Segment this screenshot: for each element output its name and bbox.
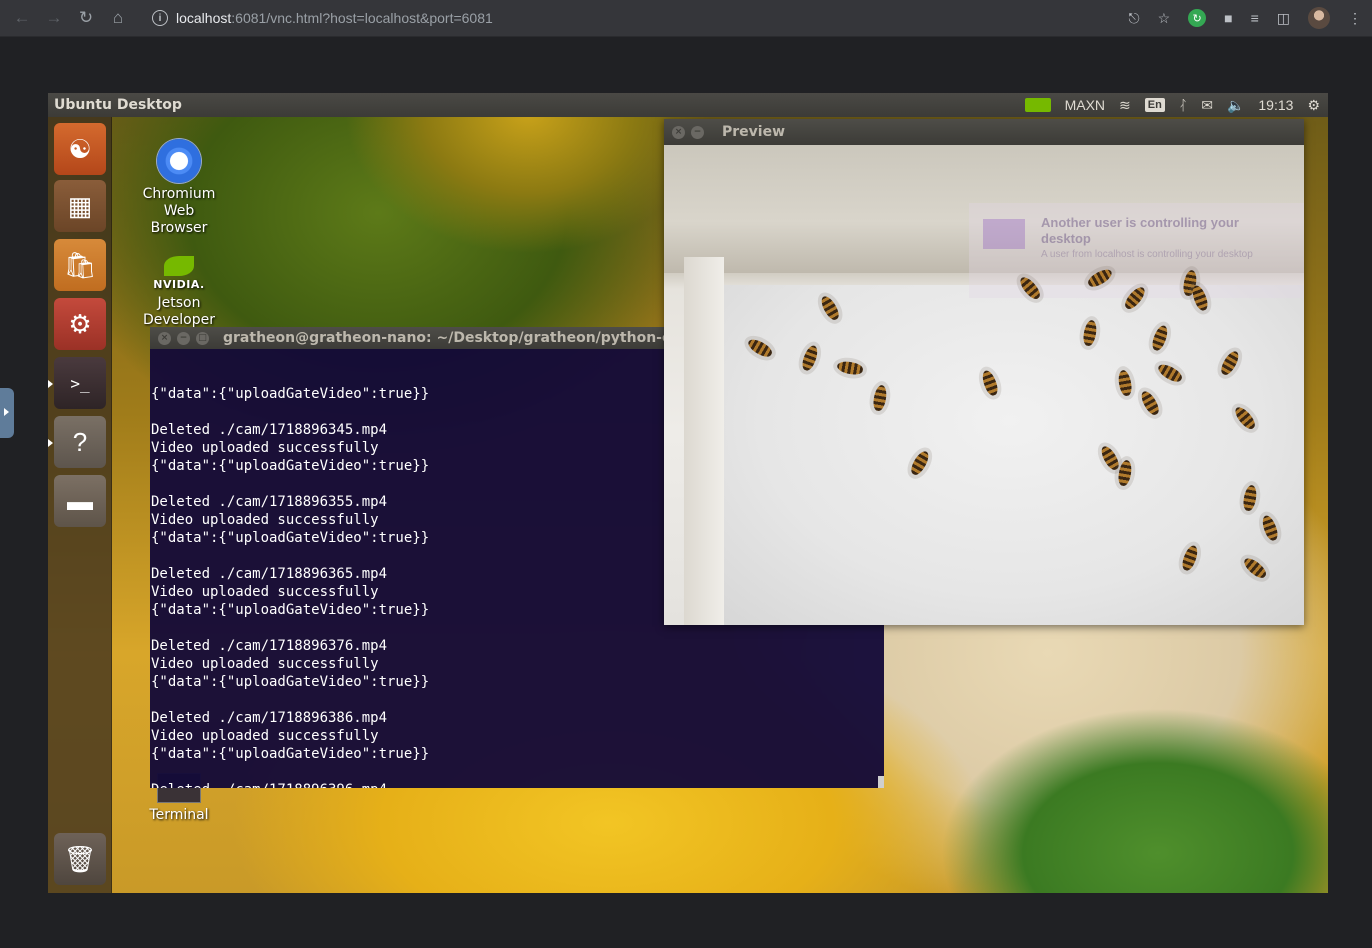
mail-icon[interactable]: ✉ [1201, 97, 1213, 114]
keyboard-language[interactable]: En [1144, 98, 1165, 112]
desktop-icon-jetson[interactable]: NVIDIA. Jetson Developer [134, 253, 224, 329]
preview-titlebar[interactable]: × − Preview [664, 119, 1304, 145]
system-settings-launcher[interactable]: ⚙ [54, 298, 106, 350]
reading-list-icon[interactable]: ≡ [1251, 10, 1259, 26]
side-panel-icon[interactable]: ◫ [1277, 10, 1290, 27]
wrench-gear-icon: ⚙ [68, 308, 92, 339]
nav-controls: ← → ↻ ⌂ [6, 2, 134, 34]
running-indicator [48, 439, 53, 447]
vnc-control-handle[interactable] [0, 388, 14, 438]
profile-avatar[interactable] [1308, 7, 1330, 29]
ubuntu-logo-icon: ☯ [68, 133, 92, 164]
software-center-launcher[interactable]: 🛍 [54, 239, 106, 291]
bookmark-star-icon[interactable]: ☆ [1158, 10, 1171, 27]
chromium-label-3: Browser [150, 220, 208, 236]
notification-title-2: desktop [1041, 231, 1091, 246]
forward-arrow-icon[interactable]: → [38, 2, 70, 34]
bluetooth-icon[interactable]: ᛮ [1179, 97, 1187, 113]
terminal-line: Deleted ./cam/1718896386.mp4 [151, 710, 388, 726]
terminal-launcher[interactable]: >_ [54, 357, 106, 409]
chromium-icon [157, 139, 201, 183]
shopping-bag-icon: 🛍 [63, 249, 97, 280]
vnc-desktop[interactable]: Ubuntu Desktop MAXN ≋ En ᛮ ✉ 🔈 19:13 ⚙ ☯… [48, 93, 1328, 893]
home-icon[interactable]: ⌂ [102, 2, 134, 34]
trash-icon: 🗑 [63, 843, 97, 874]
hard-drive-icon: ▬ [67, 485, 93, 516]
url-host: localhost [176, 10, 232, 26]
address-bar[interactable]: i localhost:6081/vnc.html?host=localhost… [140, 4, 1110, 32]
terminal-line: {"data":{"uploadGateVideo":true}} [151, 746, 430, 762]
browser-actions: ⎋ ☆ ↻ ■ ≡ ◫ ⋮ [1128, 4, 1362, 32]
close-icon[interactable]: × [158, 331, 171, 345]
terminal-line: Deleted ./cam/1718896396.mp4 [151, 781, 884, 788]
url-path: :6081/vnc.html?host=localhost&port=6081 [231, 10, 493, 26]
running-indicator [48, 380, 53, 388]
terminal-line: Video uploaded successfully [151, 656, 379, 672]
wifi-icon[interactable]: ≋ [1119, 97, 1131, 114]
preview-window[interactable]: × − Preview Another user is controlling … [664, 119, 1304, 625]
clock[interactable]: 19:13 [1258, 97, 1293, 113]
back-arrow-icon[interactable]: ← [6, 2, 38, 34]
jetson-label-1: Jetson [157, 295, 201, 311]
drive-launcher[interactable]: ▬ [54, 475, 106, 527]
chromium-label-2: Web [163, 203, 195, 219]
menu-dots-icon[interactable]: ⋮ [1348, 10, 1362, 27]
terminal-line: Video uploaded successfully [151, 728, 379, 744]
site-info-icon[interactable]: i [152, 10, 168, 26]
system-gear-icon[interactable]: ⚙ [1307, 97, 1320, 114]
terminal-icon-label: Terminal [149, 807, 209, 823]
terminal-title: gratheon@gratheon-nano: ~/Desktop/grathe… [223, 330, 707, 346]
power-mode[interactable]: MAXN [1065, 97, 1105, 113]
minimize-icon[interactable]: − [691, 125, 704, 139]
nvidia-wordmark: NVIDIA. [153, 278, 205, 291]
notification-title: Another user is controlling your [1041, 215, 1239, 230]
trash-launcher[interactable]: 🗑 [54, 833, 106, 885]
terminal-prompt-icon: >_ [70, 373, 90, 393]
ubuntu-dash-button[interactable]: ☯ [54, 123, 106, 175]
share-icon[interactable]: ⎋ [1128, 10, 1139, 27]
extension-icon[interactable]: ↻ [1188, 9, 1207, 27]
preview-title: Preview [722, 124, 786, 140]
resize-grip[interactable] [878, 776, 884, 788]
terminal-line: {"data":{"uploadGateVideo":true}} [151, 674, 430, 690]
panel-title: Ubuntu Desktop [54, 97, 182, 113]
nvidia-power-icon[interactable] [1024, 98, 1051, 112]
browser-toolbar: ← → ↻ ⌂ i localhost:6081/vnc.html?host=l… [0, 0, 1372, 37]
help-launcher[interactable]: ? [54, 416, 106, 468]
hive-frame [684, 257, 724, 625]
unity-launcher: ☯ ▦ 🛍 ⚙ >_ ? ▬ 🗑 [48, 117, 112, 893]
question-mark-icon: ? [72, 426, 88, 457]
notification-sub: A user from localhost is controlling you… [1041, 249, 1253, 260]
terminal-line: Deleted ./cam/1718896376.mp4 [151, 638, 388, 654]
close-icon[interactable]: × [672, 125, 685, 139]
files-launcher[interactable]: ▦ [54, 180, 106, 232]
camera-feed: Another user is controlling your desktop… [664, 145, 1304, 625]
desktop-icon-chromium[interactable]: Chromium Web Browser [134, 139, 224, 237]
hive-entrance-floor [716, 285, 1304, 625]
ubuntu-top-panel: Ubuntu Desktop MAXN ≋ En ᛮ ✉ 🔈 19:13 ⚙ [48, 93, 1328, 117]
nvidia-eye-icon [164, 256, 194, 276]
reload-icon[interactable]: ↻ [70, 2, 102, 34]
volume-icon[interactable]: 🔈 [1227, 97, 1244, 114]
nvidia-logo-icon: NVIDIA. [153, 253, 205, 293]
chromium-label-1: Chromium [142, 186, 216, 202]
minimize-icon[interactable]: − [177, 331, 190, 345]
file-cabinet-icon: ▦ [67, 190, 93, 221]
extensions-puzzle-icon[interactable]: ■ [1224, 10, 1232, 26]
panel-indicators: MAXN ≋ En ᛮ ✉ 🔈 19:13 ⚙ [1024, 93, 1320, 117]
maximize-icon[interactable]: □ [196, 331, 209, 345]
remote-desktop-icon [983, 219, 1025, 249]
vnc-notification: Another user is controlling your desktop… [969, 203, 1304, 298]
